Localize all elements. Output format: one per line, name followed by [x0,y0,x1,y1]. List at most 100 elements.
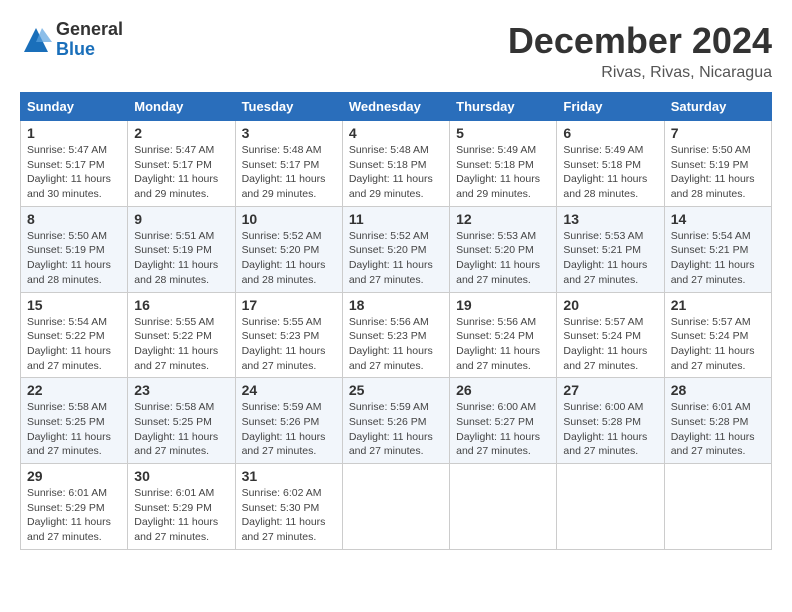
calendar-week-row: 1Sunrise: 5:47 AM Sunset: 5:17 PM Daylig… [21,121,772,207]
day-info: Sunrise: 6:01 AM Sunset: 5:28 PM Dayligh… [671,400,765,459]
calendar-header-thursday: Thursday [450,93,557,121]
calendar-day-cell: 2 Sunrise: 5:47 AM Sunset: 5:17 PM Daylig… [128,121,235,207]
day-number: 3 [242,125,336,141]
day-number: 27 [563,382,657,398]
day-info: Sunrise: 5:54 AM Sunset: 5:21 PM Dayligh… [671,229,765,288]
day-info: Sunrise: 6:01 AM Sunset: 5:29 PM Dayligh… [27,486,121,545]
location: Rivas, Rivas, Nicaragua [508,64,772,82]
calendar-day-cell: 12 Sunrise: 5:53 AM Sunset: 5:20 PM Dayli… [450,206,557,292]
calendar-empty-cell [664,464,771,550]
day-number: 15 [27,297,121,313]
calendar-day-cell: 6Sunrise: 5:49 AM Sunset: 5:18 PM Daylig… [557,121,664,207]
day-info: Sunrise: 5:52 AM Sunset: 5:20 PM Dayligh… [242,229,336,288]
calendar-day-cell: 26 Sunrise: 6:00 AM Sunset: 5:27 PM Dayli… [450,378,557,464]
day-info: Sunrise: 5:53 AM Sunset: 5:21 PM Dayligh… [563,229,657,288]
calendar-day-cell: 29 Sunrise: 6:01 AM Sunset: 5:29 PM Dayli… [21,464,128,550]
calendar-day-cell: 18 Sunrise: 5:56 AM Sunset: 5:23 PM Dayli… [342,292,449,378]
day-info: Sunrise: 6:01 AM Sunset: 5:29 PM Dayligh… [134,486,228,545]
calendar-day-cell: 1Sunrise: 5:47 AM Sunset: 5:17 PM Daylig… [21,121,128,207]
day-info: Sunrise: 5:53 AM Sunset: 5:20 PM Dayligh… [456,229,550,288]
day-info: Sunrise: 5:49 AM Sunset: 5:18 PM Dayligh… [456,143,550,202]
calendar-day-cell: 21 Sunrise: 5:57 AM Sunset: 5:24 PM Dayli… [664,292,771,378]
day-info: Sunrise: 5:54 AM Sunset: 5:22 PM Dayligh… [27,315,121,374]
day-info: Sunrise: 6:00 AM Sunset: 5:27 PM Dayligh… [456,400,550,459]
calendar-week-row: 29 Sunrise: 6:01 AM Sunset: 5:29 PM Dayli… [21,464,772,550]
calendar-day-cell: 7 Sunrise: 5:50 AM Sunset: 5:19 PM Daylig… [664,121,771,207]
calendar-empty-cell [557,464,664,550]
day-number: 29 [27,468,121,484]
day-info: Sunrise: 5:57 AM Sunset: 5:24 PM Dayligh… [563,315,657,374]
day-number: 18 [349,297,443,313]
day-number: 8 [27,211,121,227]
calendar-day-cell: 3Sunrise: 5:48 AM Sunset: 5:17 PM Daylig… [235,121,342,207]
calendar-day-cell: 24 Sunrise: 5:59 AM Sunset: 5:26 PM Dayli… [235,378,342,464]
day-info: Sunrise: 5:59 AM Sunset: 5:26 PM Dayligh… [242,400,336,459]
calendar-week-row: 15 Sunrise: 5:54 AM Sunset: 5:22 PM Dayli… [21,292,772,378]
calendar-day-cell: 9 Sunrise: 5:51 AM Sunset: 5:19 PM Daylig… [128,206,235,292]
calendar-header-wednesday: Wednesday [342,93,449,121]
day-number: 4 [349,125,443,141]
calendar-day-cell: 27 Sunrise: 6:00 AM Sunset: 5:28 PM Dayli… [557,378,664,464]
day-number: 5 [456,125,550,141]
day-number: 31 [242,468,336,484]
day-number: 22 [27,382,121,398]
day-info: Sunrise: 5:59 AM Sunset: 5:26 PM Dayligh… [349,400,443,459]
calendar-day-cell: 17 Sunrise: 5:55 AM Sunset: 5:23 PM Dayli… [235,292,342,378]
day-number: 6 [563,125,657,141]
day-info: Sunrise: 5:52 AM Sunset: 5:20 PM Dayligh… [349,229,443,288]
day-number: 21 [671,297,765,313]
calendar-day-cell: 8 Sunrise: 5:50 AM Sunset: 5:19 PM Daylig… [21,206,128,292]
day-info: Sunrise: 5:50 AM Sunset: 5:19 PM Dayligh… [27,229,121,288]
day-number: 10 [242,211,336,227]
calendar-week-row: 8 Sunrise: 5:50 AM Sunset: 5:19 PM Daylig… [21,206,772,292]
day-number: 13 [563,211,657,227]
day-number: 19 [456,297,550,313]
day-number: 25 [349,382,443,398]
day-number: 24 [242,382,336,398]
day-number: 20 [563,297,657,313]
calendar-header-saturday: Saturday [664,93,771,121]
logo-general-text: General [56,20,123,40]
day-info: Sunrise: 5:50 AM Sunset: 5:19 PM Dayligh… [671,143,765,202]
calendar-day-cell: 13 Sunrise: 5:53 AM Sunset: 5:21 PM Dayli… [557,206,664,292]
page-header: General Blue December 2024 Rivas, Rivas,… [20,20,772,82]
day-info: Sunrise: 5:51 AM Sunset: 5:19 PM Dayligh… [134,229,228,288]
calendar-table: SundayMondayTuesdayWednesdayThursdayFrid… [20,92,772,550]
day-info: Sunrise: 6:02 AM Sunset: 5:30 PM Dayligh… [242,486,336,545]
day-number: 7 [671,125,765,141]
calendar-day-cell: 16Sunrise: 5:55 AM Sunset: 5:22 PM Dayli… [128,292,235,378]
calendar-day-cell: 22 Sunrise: 5:58 AM Sunset: 5:25 PM Dayli… [21,378,128,464]
calendar-week-row: 22 Sunrise: 5:58 AM Sunset: 5:25 PM Dayli… [21,378,772,464]
day-info: Sunrise: 5:56 AM Sunset: 5:23 PM Dayligh… [349,315,443,374]
calendar-header-sunday: Sunday [21,93,128,121]
day-info: Sunrise: 5:57 AM Sunset: 5:24 PM Dayligh… [671,315,765,374]
title-block: December 2024 Rivas, Rivas, Nicaragua [508,20,772,82]
day-number: 16 [134,297,228,313]
day-number: 14 [671,211,765,227]
day-info: Sunrise: 5:55 AM Sunset: 5:23 PM Dayligh… [242,315,336,374]
day-info: Sunrise: 5:58 AM Sunset: 5:25 PM Dayligh… [27,400,121,459]
calendar-day-cell: 23Sunrise: 5:58 AM Sunset: 5:25 PM Dayli… [128,378,235,464]
calendar-header-tuesday: Tuesday [235,93,342,121]
calendar-header-monday: Monday [128,93,235,121]
day-number: 2 [134,125,228,141]
calendar-day-cell: 5 Sunrise: 5:49 AM Sunset: 5:18 PM Daylig… [450,121,557,207]
calendar-day-cell: 14 Sunrise: 5:54 AM Sunset: 5:21 PM Dayli… [664,206,771,292]
logo-blue-text: Blue [56,40,123,60]
calendar-empty-cell [342,464,449,550]
day-number: 12 [456,211,550,227]
calendar-day-cell: 15 Sunrise: 5:54 AM Sunset: 5:22 PM Dayli… [21,292,128,378]
day-number: 28 [671,382,765,398]
calendar-day-cell: 25 Sunrise: 5:59 AM Sunset: 5:26 PM Dayli… [342,378,449,464]
day-number: 11 [349,211,443,227]
calendar-day-cell: 30Sunrise: 6:01 AM Sunset: 5:29 PM Dayli… [128,464,235,550]
calendar-day-cell: 10 Sunrise: 5:52 AM Sunset: 5:20 PM Dayli… [235,206,342,292]
day-info: Sunrise: 5:56 AM Sunset: 5:24 PM Dayligh… [456,315,550,374]
day-number: 23 [134,382,228,398]
day-number: 9 [134,211,228,227]
day-info: Sunrise: 5:47 AM Sunset: 5:17 PM Dayligh… [134,143,228,202]
day-number: 17 [242,297,336,313]
day-number: 26 [456,382,550,398]
calendar-day-cell: 31 Sunrise: 6:02 AM Sunset: 5:30 PM Dayli… [235,464,342,550]
day-info: Sunrise: 6:00 AM Sunset: 5:28 PM Dayligh… [563,400,657,459]
